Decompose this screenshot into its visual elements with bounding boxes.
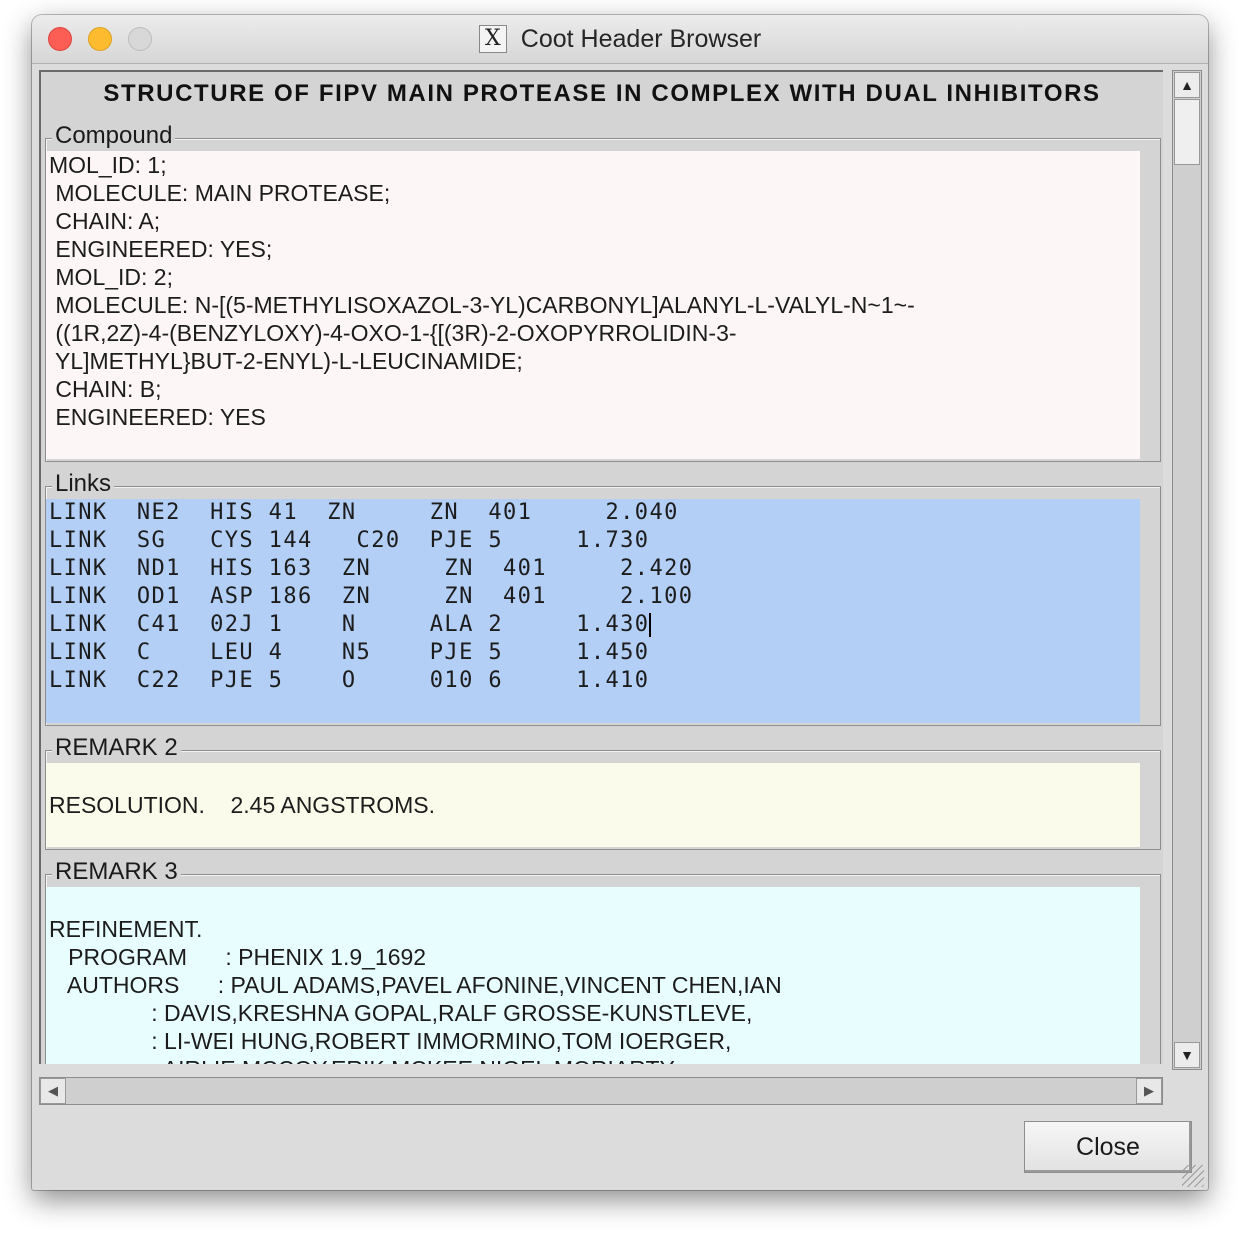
scroll-left-arrow-icon[interactable]: ◀ xyxy=(40,1078,66,1104)
compound-line: MOL_ID: 1; xyxy=(49,152,167,178)
links-label: Links xyxy=(52,470,115,498)
remark3-line: PROGRAM : PHENIX 1.9_1692 xyxy=(49,944,427,970)
compound-textbox[interactable]: MOL_ID: 1; MOLECULE: MAIN PROTEASE; CHAI… xyxy=(46,151,1140,459)
remark2-label: REMARK 2 xyxy=(52,734,181,762)
compound-line: ENGINEERED: YES xyxy=(49,404,266,430)
window-title: Coot Header Browser xyxy=(520,24,762,53)
compound-line: MOLECULE: N-[(5-METHYLISOXAZOL-3-YL)CARB… xyxy=(49,292,915,318)
remark3-frame: REMARK 3 REFINEMENT. PROGRAM : PHENIX 1.… xyxy=(45,858,1161,1064)
compound-label: Compound xyxy=(52,122,176,150)
resize-grip-icon[interactable] xyxy=(1182,1165,1204,1187)
compound-line: MOLECULE: MAIN PROTEASE; xyxy=(49,180,391,206)
x11-app-icon: X xyxy=(478,25,507,53)
compound-line: YL]METHYL}BUT-2-ENYL)-L-LEUCINAMIDE; xyxy=(49,348,523,374)
remark3-label: REMARK 3 xyxy=(52,858,181,886)
header-browser-window: X Coot Header Browser STRUCTURE OF FIPV … xyxy=(32,15,1208,1190)
links-line: LINK C22 PJE 5 O 010 6 1.410 xyxy=(49,668,650,693)
remark3-line: : AIRLIE MCCOY,ERIK MCKEE,NIGEL MORIARTY… xyxy=(49,1055,1140,1064)
links-line: LINK SG CYS 144 C20 PJE 5 1.730 xyxy=(49,528,650,553)
compound-line: CHAIN: B; xyxy=(49,376,162,402)
scroll-right-arrow-icon[interactable]: ▶ xyxy=(1136,1078,1162,1104)
remark3-line xyxy=(49,887,1140,915)
links-line: LINK C41 02J 1 N ALA 2 1.430 xyxy=(49,612,652,637)
remark3-line: : LI-WEI HUNG,ROBERT IMMORMINO,TOM IOERG… xyxy=(49,1028,732,1054)
remark2-line xyxy=(49,763,1140,791)
links-frame: Links LINK NE2 HIS 41 ZN ZN 401 2.040 LIN… xyxy=(45,470,1161,726)
vertical-scroll-thumb[interactable] xyxy=(1174,99,1200,165)
compound-line: MOL_ID: 2; xyxy=(49,264,173,290)
remark3-line: AUTHORS : PAUL ADAMS,PAVEL AFONINE,VINCE… xyxy=(49,972,782,998)
remark2-textbox[interactable]: RESOLUTION. 2.45 ANGSTROMS. xyxy=(46,763,1140,847)
horizontal-scrollbar[interactable]: ◀ ▶ xyxy=(39,1077,1163,1105)
text-cursor xyxy=(649,613,652,637)
links-line: LINK OD1 ASP 186 ZN ZN 401 2.100 xyxy=(49,584,694,609)
compound-line: ENGINEERED: YES; xyxy=(49,236,273,262)
scroll-down-arrow-icon[interactable]: ▼ xyxy=(1174,1042,1200,1068)
structure-title: STRUCTURE OF FIPV MAIN PROTEASE IN COMPL… xyxy=(103,80,1101,107)
links-line: LINK C LEU 4 N5 PJE 5 1.450 xyxy=(49,640,650,665)
header-content-viewport[interactable]: STRUCTURE OF FIPV MAIN PROTEASE IN COMPL… xyxy=(39,70,1163,1064)
remark3-textbox[interactable]: REFINEMENT. PROGRAM : PHENIX 1.9_1692 AU… xyxy=(46,887,1140,1064)
remark3-line: : DAVIS,KRESHNA GOPAL,RALF GROSSE-KUNSTL… xyxy=(49,1000,753,1026)
compound-line: CHAIN: A; xyxy=(49,208,161,234)
compound-frame: Compound MOL_ID: 1; MOLECULE: MAIN PROTE… xyxy=(45,122,1161,462)
close-button[interactable]: Close xyxy=(1024,1121,1192,1173)
title-bar[interactable]: X Coot Header Browser xyxy=(32,15,1208,64)
links-line: LINK ND1 HIS 163 ZN ZN 401 2.420 xyxy=(49,556,694,581)
links-line: LINK NE2 HIS 41 ZN ZN 401 2.040 xyxy=(49,500,679,525)
vertical-scrollbar[interactable]: ▲ ▼ xyxy=(1172,70,1202,1070)
links-textbox[interactable]: LINK NE2 HIS 41 ZN ZN 401 2.040 LINK SG C… xyxy=(46,499,1140,723)
remark2-line: RESOLUTION. 2.45 ANGSTROMS. xyxy=(49,792,435,818)
compound-line: ((1R,2Z)-4-(BENZYLOXY)-4-OXO-1-{[(3R)-2-… xyxy=(49,320,737,346)
scroll-up-arrow-icon[interactable]: ▲ xyxy=(1174,72,1200,98)
remark3-line: REFINEMENT. xyxy=(49,916,203,942)
remark2-frame: REMARK 2 RESOLUTION. 2.45 ANGSTROMS. xyxy=(45,734,1161,850)
